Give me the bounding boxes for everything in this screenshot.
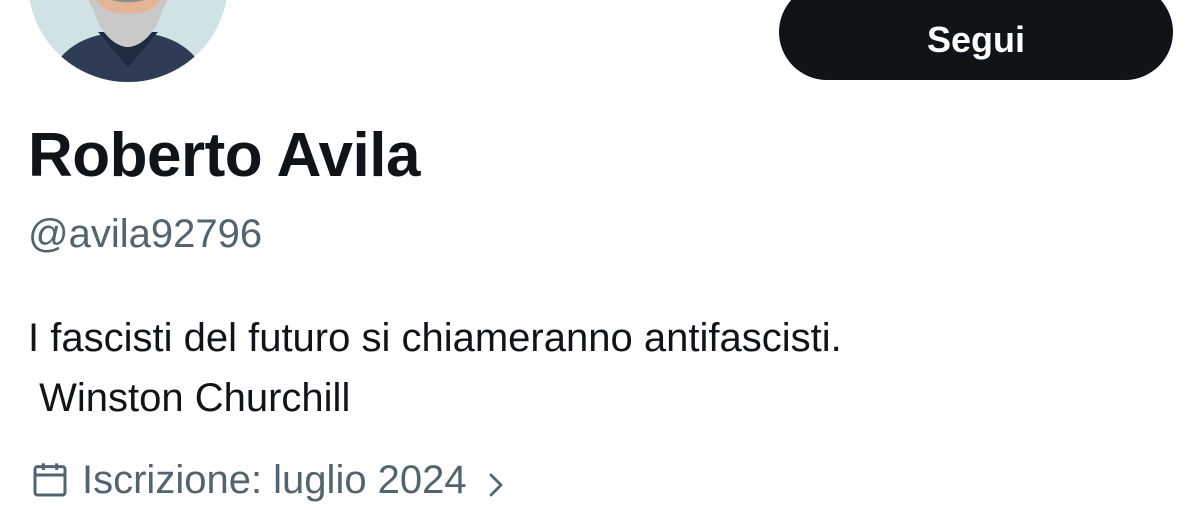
avatar-image [28, 0, 228, 82]
profile-handle: @avila92796 [28, 212, 263, 256]
profile-bio: I fascisti del futuro si chiameranno ant… [28, 316, 842, 420]
chevron-right-icon [481, 465, 511, 497]
joined-date-label: Iscrizione: luglio 2024 [82, 457, 467, 502]
display-name: Roberto Avila [28, 121, 420, 190]
avatar[interactable] [28, 0, 228, 82]
joined-date-link[interactable]: Iscrizione: luglio 2024 [30, 452, 511, 508]
follow-button[interactable]: Segui [779, 0, 1173, 80]
calendar-icon [30, 460, 70, 500]
